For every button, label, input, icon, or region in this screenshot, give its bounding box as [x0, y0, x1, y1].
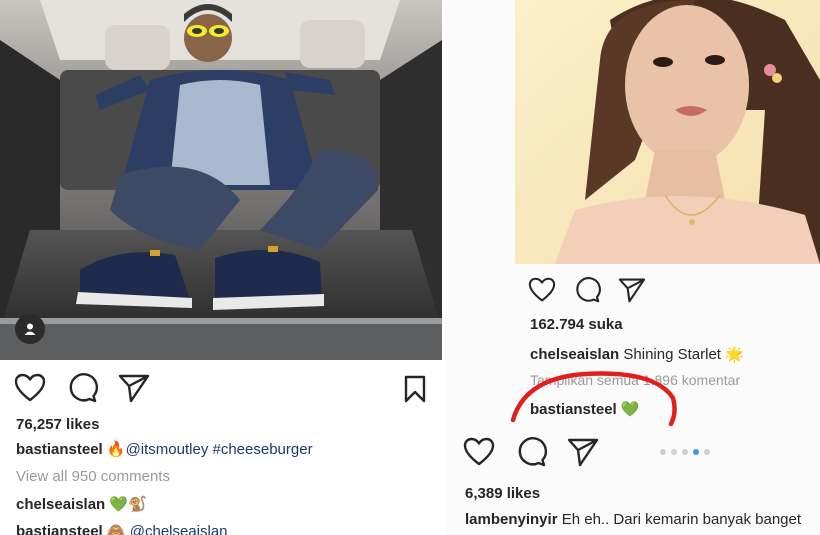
caption-username[interactable]: chelseaislan: [530, 346, 619, 363]
send-icon[interactable]: [618, 277, 646, 303]
carousel-dot: [693, 449, 699, 455]
likes-count[interactable]: 6,389 likes: [465, 485, 540, 502]
green-heart-emoji: 💚: [620, 401, 640, 418]
carousel-dot: [704, 449, 710, 455]
repost-actions: [463, 437, 599, 467]
left-post: 76,257 likes bastiansteel 🔥@itsmoutley #…: [0, 0, 445, 535]
carousel-dot: [671, 449, 677, 455]
post-caption: chelseaislan Shining Starlet 🌟: [530, 345, 744, 363]
likes-count[interactable]: 76,257 likes: [16, 416, 99, 433]
right-post: 162.794 suka chelseaislan Shining Starle…: [445, 0, 820, 535]
car-trunk-photo: [0, 0, 442, 360]
post-caption: bastiansteel 🔥@itsmoutley #cheeseburger: [16, 440, 313, 458]
comment-icon[interactable]: [515, 437, 547, 467]
monkey-emoji: 🙈: [106, 523, 126, 535]
post-photo[interactable]: [0, 0, 442, 360]
comment-username[interactable]: bastiansteel: [530, 401, 617, 418]
post-photo[interactable]: [515, 0, 820, 264]
post-caption: lambenyinyir Eh eh.. Dari kemarin banyak…: [465, 511, 801, 528]
portrait-photo: [515, 0, 820, 264]
view-all-comments-link[interactable]: Tampilkan semua 1.896 komentar: [530, 372, 740, 388]
send-icon[interactable]: [567, 437, 599, 467]
comment-username[interactable]: chelseaislan: [16, 496, 105, 513]
heart-icon[interactable]: [14, 373, 46, 403]
caption-username[interactable]: bastiansteel: [16, 441, 103, 458]
comment-text: 💚🐒: [109, 496, 147, 513]
fire-emoji: 🔥: [106, 441, 126, 458]
caption-text: Eh eh.. Dari kemarin banyak banget: [561, 511, 802, 528]
comment-item: bastiansteel 💚: [530, 400, 640, 418]
bookmark-icon[interactable]: [404, 375, 426, 403]
carousel-indicator: [660, 449, 710, 455]
star-emoji: 🌟: [725, 346, 744, 363]
heart-icon[interactable]: [528, 277, 556, 303]
comment-item: bastiansteel 🙈 @chelseaislan: [16, 522, 228, 535]
caption-username[interactable]: lambenyinyir: [465, 511, 558, 528]
comment-item: chelseaislan 💚🐒: [16, 495, 147, 513]
caption-text: Shining Starlet: [623, 346, 721, 363]
carousel-dot: [682, 449, 688, 455]
view-all-comments-link[interactable]: View all 950 comments: [16, 468, 170, 485]
comment-icon[interactable]: [66, 373, 98, 403]
heart-icon[interactable]: [463, 437, 495, 467]
caption-hashtag[interactable]: #cheeseburger: [213, 441, 313, 458]
send-icon[interactable]: [118, 373, 150, 403]
person-tag-icon[interactable]: [15, 314, 45, 344]
caption-mention[interactable]: @itsmoutley: [126, 441, 209, 458]
comment-icon[interactable]: [573, 277, 601, 303]
comment-mention[interactable]: @chelseaislan: [130, 523, 228, 535]
carousel-dot: [660, 449, 666, 455]
likes-count[interactable]: 162.794 suka: [530, 316, 623, 333]
post-actions: [14, 373, 150, 403]
post-actions: [528, 277, 646, 303]
comment-username[interactable]: bastiansteel: [16, 523, 103, 535]
